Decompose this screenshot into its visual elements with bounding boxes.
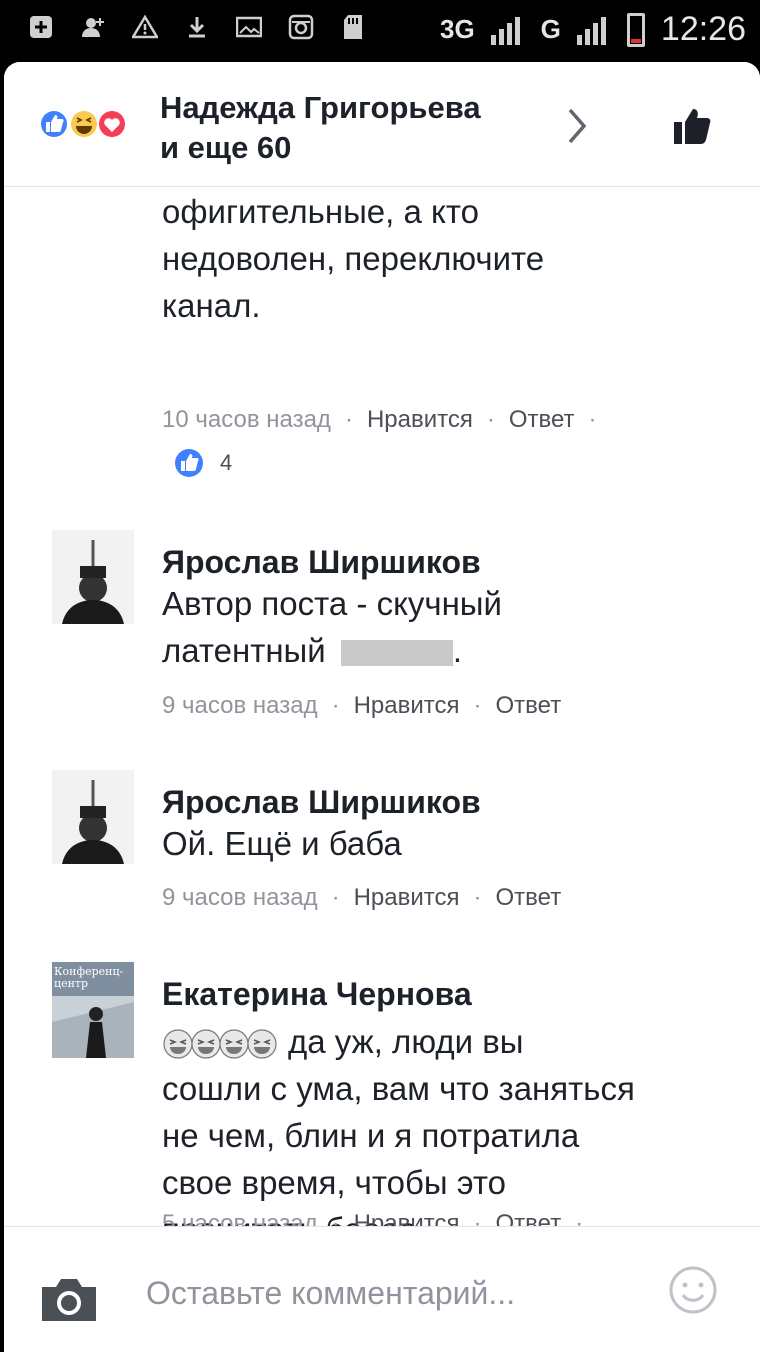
reactions-header[interactable]: Надежда Григорьева и еще 60 <box>4 62 760 187</box>
smiley-icon[interactable] <box>668 1265 718 1315</box>
reactors-line2: и еще 60 <box>160 130 292 165</box>
comment-text: Автор поста - скучный латентный . <box>162 580 502 674</box>
download-icon <box>184 14 210 40</box>
redacted-word <box>340 640 453 667</box>
status-bar: 3G G 12:26 <box>0 0 760 62</box>
comment-meta: 5 часов назад · Нравится · Ответ · <box>162 1210 597 1226</box>
like-link[interactable]: Нравится <box>367 406 473 433</box>
comment-line: сошли с ума, вам что заняться <box>162 1070 635 1107</box>
likes-count: 4 <box>220 450 233 475</box>
comment-time: 9 часов назад <box>162 884 318 911</box>
thumbs-up-icon[interactable] <box>672 106 712 146</box>
comment-time: 5 часов назад <box>162 1210 318 1226</box>
image-icon <box>236 14 262 40</box>
comment-line: канал. <box>162 287 261 324</box>
avatar[interactable]: Конференц-центр <box>52 962 134 1058</box>
reactors-line1: Надежда Григорьева <box>160 90 481 125</box>
notification-icons <box>28 14 366 40</box>
comment-time: 10 часов назад <box>162 406 331 433</box>
comment-line-text: латентный <box>162 632 326 669</box>
signal-icon-2 <box>576 16 606 45</box>
comment-text: офигительные, а кто недоволен, переключи… <box>162 188 544 329</box>
comment-input[interactable]: Оставьте комментарий... <box>146 1275 515 1312</box>
add-user-icon <box>80 14 106 40</box>
warning-icon <box>132 14 158 40</box>
avatar-caption: Конференц-центр <box>54 965 124 990</box>
reply-link[interactable]: Ответ <box>509 406 575 433</box>
like-link[interactable]: Нравится <box>354 1210 460 1226</box>
reply-link[interactable]: Ответ <box>496 692 562 719</box>
camera-icon[interactable] <box>38 1275 100 1323</box>
battery-icon <box>626 12 645 47</box>
laughing-emoji-icon <box>247 1029 277 1059</box>
comment-line: не чем, блин и я потратила <box>162 1117 580 1154</box>
signal-icon <box>490 16 520 45</box>
comment-author[interactable]: Ярослав Ширшиков <box>162 784 481 821</box>
like-reaction-icon <box>175 449 203 477</box>
comments-sheet: Надежда Григорьева и еще 60 офигительные… <box>4 62 760 1352</box>
sd-card-icon <box>340 14 366 40</box>
avatar[interactable] <box>52 770 134 864</box>
comment-line: латентный . <box>162 627 502 674</box>
comment-author[interactable]: Ярослав Ширшиков <box>162 544 481 581</box>
comment-meta: 9 часов назад · Нравится · Ответ <box>162 884 562 911</box>
avatar[interactable] <box>52 530 134 624</box>
status-right: 3G G 12:26 <box>440 10 746 49</box>
chevron-right-icon[interactable] <box>564 106 590 146</box>
reactors-text[interactable]: Надежда Григорьева и еще 60 <box>160 88 481 168</box>
comment-text: Ой. Ещё и баба <box>162 825 402 862</box>
comments-list: офигительные, а кто недоволен, переключи… <box>4 186 760 1226</box>
comment-line-text: да уж, люди вы <box>288 1023 524 1060</box>
reply-link[interactable]: Ответ <box>496 884 562 911</box>
reaction-icons <box>39 109 127 139</box>
like-link[interactable]: Нравится <box>354 692 460 719</box>
comment-meta: 9 часов назад · Нравится · Ответ <box>162 692 562 719</box>
plus-icon <box>28 14 54 40</box>
haha-reaction-icon <box>69 109 99 139</box>
avatar-image <box>52 770 134 864</box>
love-reaction-icon <box>97 109 127 139</box>
comment-line: недоволен, переключите <box>162 240 545 277</box>
comment-line: свое время, чтобы это <box>162 1164 506 1201</box>
comment-time: 9 часов назад <box>162 692 318 719</box>
comment-likes[interactable]: 4 <box>174 448 232 478</box>
network-g: G <box>540 14 561 44</box>
like-reaction-icon <box>39 109 69 139</box>
avatar-image <box>52 530 134 624</box>
comment-composer: Оставьте комментарий... <box>4 1226 760 1352</box>
network-3g: 3G <box>439 14 475 44</box>
like-link[interactable]: Нравится <box>354 884 460 911</box>
reply-link[interactable]: Ответ <box>496 1210 562 1226</box>
comment-line: да уж, люди вы <box>162 1018 635 1065</box>
comment-meta: 10 часов назад · Нравится · Ответ · <box>162 406 597 433</box>
comment-text: да уж, люди вы сошли с ума, вам что заня… <box>162 1018 635 1226</box>
comment-line: офигительные, а кто <box>162 193 479 230</box>
instagram-icon <box>288 14 314 40</box>
comment-line-end: . <box>452 632 463 669</box>
clock: 12:26 <box>660 10 746 48</box>
comment-author[interactable]: Екатерина Чернова <box>162 976 472 1013</box>
emoji-row <box>162 1018 277 1065</box>
comment-line: Автор поста - скучный <box>162 585 502 622</box>
